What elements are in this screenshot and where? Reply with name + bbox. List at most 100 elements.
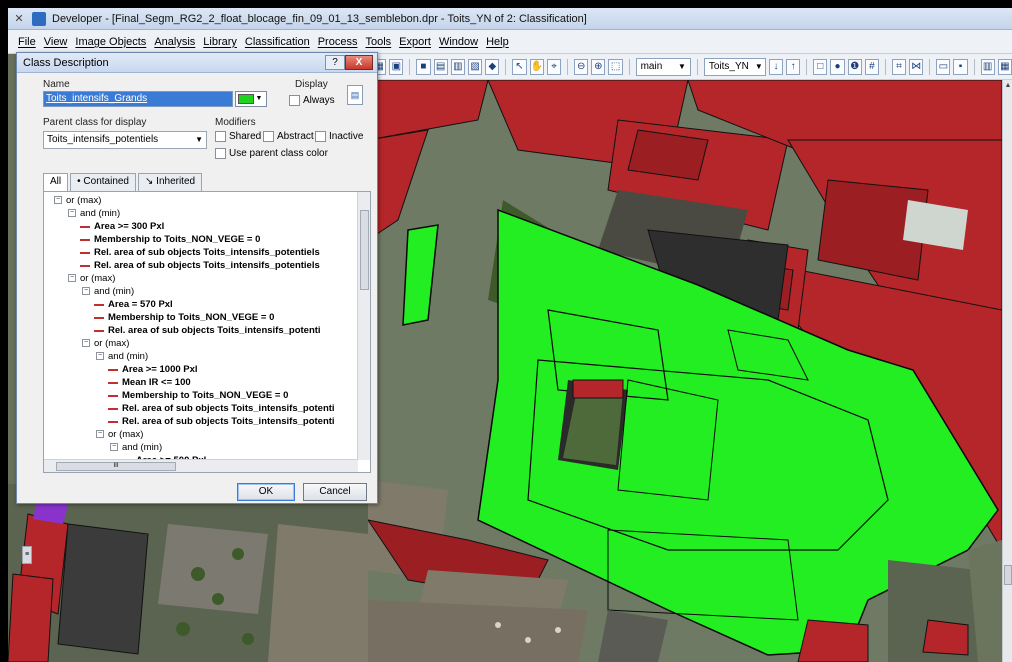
condition-icon — [80, 252, 90, 254]
layer-blue-icon[interactable]: ■ — [416, 58, 431, 75]
ok-button[interactable]: OK — [237, 483, 295, 501]
map-vertical-scrollbar[interactable]: ▲ — [1002, 80, 1012, 662]
inactive-checkbox[interactable]: Inactive — [315, 131, 363, 142]
layer-mixed-icon[interactable]: ▧ — [467, 58, 483, 75]
chevron-down-icon: ▼ — [754, 61, 763, 71]
arrow-up-icon[interactable]: ↑ — [786, 58, 801, 75]
tree-horizontal-scrollbar[interactable]: III — [44, 459, 358, 472]
tree-operator-row[interactable]: − and (min) — [44, 207, 358, 220]
chevron-down-icon: ▼ — [678, 61, 686, 71]
cancel-button[interactable]: Cancel — [303, 483, 367, 501]
class-color-picker[interactable]: ▼ — [235, 91, 267, 107]
menu-window[interactable]: Window — [435, 36, 482, 48]
menu-help[interactable]: Help — [482, 36, 513, 48]
collapse-icon[interactable]: − — [82, 339, 90, 347]
tree-vertical-scrollbar[interactable] — [357, 192, 370, 460]
menu-analysis[interactable]: Analysis — [150, 36, 199, 48]
merge-icon[interactable]: ⋈ — [909, 58, 924, 75]
tree-condition-row[interactable]: Mean IR <= 100 — [44, 376, 358, 389]
tab-contained[interactable]: • Contained — [70, 173, 136, 191]
always-checkbox[interactable]: Always — [289, 95, 335, 106]
help-button[interactable]: ? — [325, 55, 345, 70]
tree-condition-row[interactable]: Membership to Toits_NON_VEGE = 0 — [44, 389, 358, 402]
sample-icon[interactable]: # — [864, 58, 880, 75]
window-title: Developer - [Final_Segm_RG2_2_float_bloc… — [52, 12, 587, 25]
outline-icon[interactable]: □ — [813, 58, 828, 75]
menu-export[interactable]: Export — [395, 36, 435, 48]
tree-operator-row[interactable]: − or (max) — [44, 272, 358, 285]
tree-condition-row[interactable]: Area = 570 Pxl — [44, 298, 358, 311]
collapse-icon[interactable]: − — [96, 352, 104, 360]
tree-condition-row[interactable]: Membership to Toits_NON_VEGE = 0 — [44, 233, 358, 246]
tree-condition-row[interactable]: Rel. area of sub objects Toits_intensifs… — [44, 415, 358, 428]
close-button[interactable]: X — [345, 55, 373, 70]
zoom-area-icon[interactable]: ⬚ — [608, 58, 623, 75]
class-combo[interactable]: Toits_YN ▼ — [703, 57, 766, 76]
collapse-icon[interactable]: − — [68, 274, 76, 282]
pan-hand-icon[interactable]: ✋ — [529, 58, 544, 75]
scroll-thumb[interactable] — [1004, 565, 1012, 585]
info-icon[interactable]: ❶ — [847, 58, 862, 75]
zoom-in-icon[interactable]: ⊕ — [591, 58, 606, 75]
tree-operator-row[interactable]: − or (max) — [44, 194, 358, 207]
tree-operator-row[interactable]: − and (min) — [44, 285, 358, 298]
menu-library[interactable]: Library — [199, 36, 241, 48]
menu-file[interactable]: File — [14, 36, 40, 48]
collapse-icon[interactable]: − — [82, 287, 90, 295]
collapse-icon[interactable]: − — [68, 209, 76, 217]
menu-image-objects[interactable]: Image Objects — [71, 36, 150, 48]
save-icon[interactable]: ▪ — [953, 58, 968, 75]
window-icon[interactable]: ▭ — [936, 58, 951, 75]
tree-condition-row[interactable]: Area >= 1000 Pxl — [44, 363, 358, 376]
layer-grid-icon[interactable]: ▤ — [433, 58, 448, 75]
image-view-icon[interactable]: ▣ — [389, 58, 404, 75]
menu-classification[interactable]: Classification — [241, 36, 314, 48]
zoom-out-icon[interactable]: ⊖ — [574, 58, 589, 75]
condition-icon — [108, 395, 118, 397]
menu-process[interactable]: Process — [314, 36, 362, 48]
tree-condition-row[interactable]: Area >= 300 Pxl — [44, 220, 358, 233]
tree-scroll-thumb[interactable] — [360, 210, 369, 290]
fill-icon[interactable]: ● — [830, 58, 845, 75]
tab-inherited[interactable]: ↘ Inherited — [138, 173, 203, 191]
system-menu-icon[interactable]: ✕ — [12, 12, 26, 26]
menu-view[interactable]: View — [40, 36, 72, 48]
tree-operator-row[interactable]: − or (max) — [44, 428, 358, 441]
use-parent-color-checkbox[interactable]: Use parent class color — [215, 148, 328, 159]
split-icon[interactable]: ⌗ — [891, 58, 907, 75]
abstract-checkbox[interactable]: Abstract — [263, 131, 314, 142]
collapse-icon[interactable]: − — [96, 430, 104, 438]
tab-strip: All • Contained ↘ Inherited — [43, 173, 204, 192]
arrow-down-icon[interactable]: ↓ — [768, 58, 784, 75]
tree-row-label: Rel. area of sub objects Toits_intensifs… — [122, 416, 335, 427]
layer-color-icon[interactable]: ▥ — [450, 58, 465, 75]
pointer-icon[interactable]: ↖ — [512, 58, 527, 75]
collapse-icon[interactable]: − — [54, 196, 62, 204]
display-options-icon[interactable]: ▤ — [347, 85, 363, 105]
left-panel-scroll-grip[interactable]: ≡ — [22, 546, 32, 564]
tree-operator-row[interactable]: − or (max) — [44, 337, 358, 350]
tree-hscroll-thumb[interactable]: III — [56, 462, 176, 471]
classify-icon[interactable]: ◆ — [485, 58, 500, 75]
more-icon[interactable]: ▦ — [997, 58, 1012, 75]
shared-checkbox[interactable]: Shared — [215, 131, 261, 142]
tree-operator-row[interactable]: − and (min) — [44, 350, 358, 363]
expression-tree[interactable]: − or (max) − and (min) Area >= 300 Pxl Member… — [43, 191, 371, 473]
tree-condition-row[interactable]: Membership to Toits_NON_VEGE = 0 — [44, 311, 358, 324]
map-view[interactable] — [368, 80, 1002, 662]
tree-condition-row[interactable]: Rel. area of sub objects Toits_intensifs… — [44, 259, 358, 272]
condition-icon — [94, 304, 104, 306]
scroll-up-icon[interactable]: ▲ — [1003, 80, 1012, 92]
parent-class-combo[interactable]: Toits_intensifs_potentiels ▼ — [43, 131, 207, 149]
map-combo[interactable]: main ▼ — [635, 57, 691, 76]
menu-tools[interactable]: Tools — [361, 36, 395, 48]
tab-all[interactable]: All — [43, 173, 69, 192]
class-name-input[interactable]: Toits_intensifs_Grands — [43, 91, 233, 107]
tree-operator-row[interactable]: − and (min) — [44, 441, 358, 454]
tree-condition-row[interactable]: Rel. area of sub objects Toits_intensifs… — [44, 324, 358, 337]
collapse-icon[interactable]: − — [110, 443, 118, 451]
tile-icon[interactable]: ▥ — [980, 58, 995, 75]
select-objects-icon[interactable]: ⌖ — [546, 58, 562, 75]
tree-condition-row[interactable]: Rel. area of sub objects Toits_intensifs… — [44, 246, 358, 259]
tree-condition-row[interactable]: Rel. area of sub objects Toits_intensifs… — [44, 402, 358, 415]
